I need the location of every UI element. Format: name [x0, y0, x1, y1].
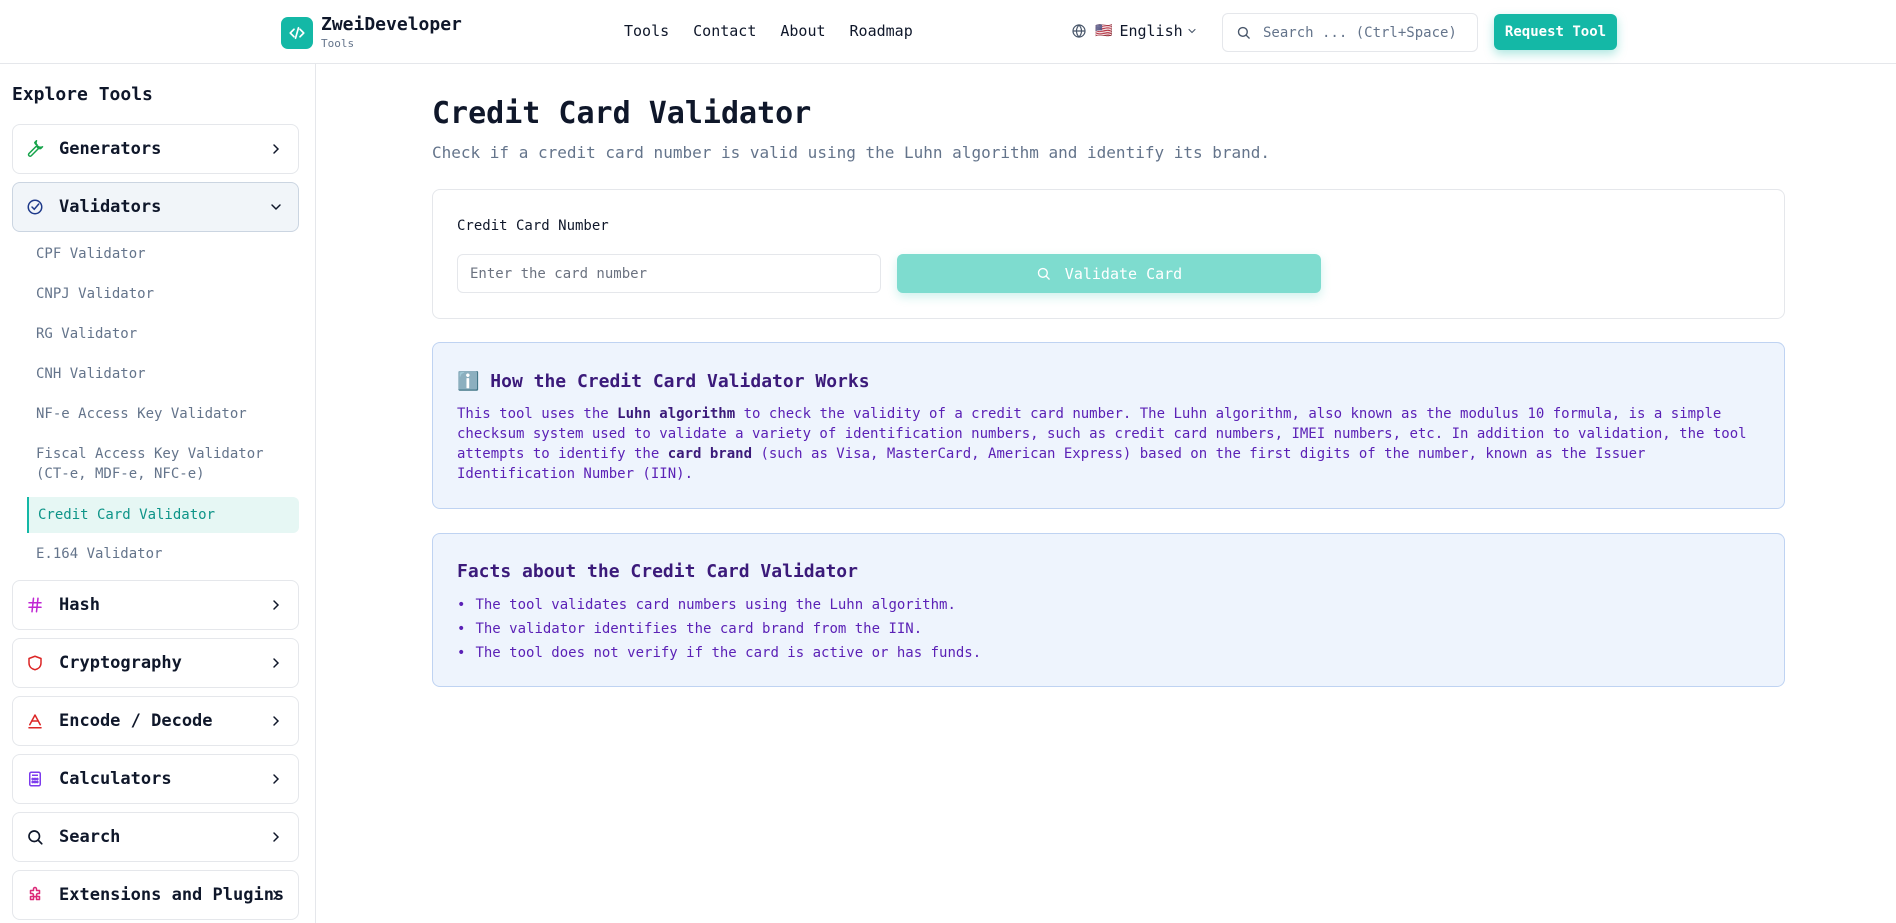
- hash-icon: [25, 595, 45, 615]
- how-it-works-heading: How the Credit Card Validator Works: [490, 371, 870, 392]
- chevron-right-icon: [268, 887, 284, 903]
- chevron-right-icon: [268, 771, 284, 787]
- sidebar-title: Explore Tools: [12, 84, 153, 105]
- sidebar-subitem-cnh-validator[interactable]: CNH Validator: [36, 364, 146, 384]
- search-icon: [25, 827, 45, 847]
- sidebar-item-extensions[interactable]: Extensions and Plugins: [12, 870, 299, 920]
- list-item: The tool does not verify if the card is …: [457, 641, 981, 665]
- sidebar-subitem-e164-validator[interactable]: E.164 Validator: [36, 544, 162, 564]
- chevron-right-icon: [268, 829, 284, 845]
- sidebar-subitem-nfe-validator[interactable]: NF-e Access Key Validator: [36, 404, 247, 424]
- sidebar-item-label: Validators: [59, 197, 162, 217]
- list-item: The validator identifies the card brand …: [457, 617, 981, 641]
- sidebar-item-calculators[interactable]: Calculators: [12, 754, 299, 804]
- request-tool-button[interactable]: Request Tool: [1494, 14, 1617, 50]
- brand-subtitle: Tools: [321, 37, 355, 50]
- sidebar-item-label: Generators: [59, 139, 162, 159]
- how-it-works-title: ℹ️ How the Credit Card Validator Works: [457, 371, 870, 392]
- subitem-label-line1: Fiscal Access Key Validator: [36, 446, 264, 462]
- search-icon: [1236, 25, 1251, 40]
- validate-card-button[interactable]: Validate Card: [897, 254, 1321, 293]
- sidebar-subitem-cpf-validator[interactable]: CPF Validator: [36, 244, 146, 264]
- main-nav: Tools Contact About Roadmap: [624, 22, 937, 40]
- sidebar-subitem-cnpj-validator[interactable]: CNPJ Validator: [36, 284, 154, 304]
- sidebar-item-encode-decode[interactable]: Encode / Decode: [12, 696, 299, 746]
- how-it-works-panel: ℹ️ How the Credit Card Validator Works T…: [432, 342, 1785, 509]
- chevron-right-icon: [268, 141, 284, 157]
- sidebar-item-label: Hash: [59, 595, 100, 615]
- page-description: Check if a credit card number is valid u…: [432, 143, 1271, 162]
- sidebar-subitem-fiscal-key-validator[interactable]: Fiscal Access Key Validator (CT-e, MDF-e…: [36, 444, 264, 484]
- search-box[interactable]: Search ... (Ctrl+Space): [1222, 13, 1478, 52]
- puzzle-icon: [25, 885, 45, 905]
- validator-form-card: Credit Card Number Validate Card: [432, 189, 1785, 319]
- page-title: Credit Card Validator: [432, 96, 812, 131]
- calculator-icon: [25, 769, 45, 789]
- sidebar-item-cryptography[interactable]: Cryptography: [12, 638, 299, 688]
- subitem-label-line2: (CT-e, MDF-e, NFC-e): [36, 466, 205, 482]
- us-flag-icon: 🇺🇸: [1095, 23, 1113, 39]
- brand-name: ZweiDeveloper: [321, 14, 462, 35]
- how-it-works-text: This tool uses the Luhn algorithm to che…: [457, 406, 1747, 482]
- chevron-down-icon: [1186, 25, 1198, 37]
- chevron-right-icon: [268, 713, 284, 729]
- brand-logo[interactable]: ZweiDeveloper Tools: [281, 16, 462, 49]
- facts-title: Facts about the Credit Card Validator: [457, 561, 858, 582]
- sidebar-item-label: Extensions and Plugins: [59, 885, 285, 905]
- check-circle-icon: [25, 197, 45, 217]
- sidebar-item-label: Cryptography: [59, 653, 182, 673]
- nav-about[interactable]: About: [780, 22, 825, 40]
- chevron-right-icon: [268, 597, 284, 613]
- nav-tools[interactable]: Tools: [624, 22, 669, 40]
- sidebar-subitem-credit-card-validator[interactable]: Credit Card Validator: [27, 497, 299, 533]
- sidebar-item-validators[interactable]: Validators: [12, 182, 299, 232]
- list-item: The tool validates card numbers using th…: [457, 593, 981, 617]
- code-icon: [281, 16, 313, 49]
- facts-panel: Facts about the Credit Card Validator Th…: [432, 533, 1785, 687]
- sidebar-item-generators[interactable]: Generators: [12, 124, 299, 174]
- sidebar-item-label: Calculators: [59, 769, 172, 789]
- card-number-input[interactable]: [457, 254, 881, 293]
- chevron-down-icon: [268, 199, 284, 215]
- encode-icon: [25, 711, 45, 731]
- sidebar: Explore Tools Generators Validators CPF …: [0, 64, 316, 923]
- chevron-right-icon: [268, 655, 284, 671]
- sidebar-item-label: Search: [59, 827, 121, 847]
- language-selector[interactable]: 🇺🇸 English: [1071, 22, 1198, 40]
- nav-contact[interactable]: Contact: [693, 22, 756, 40]
- search-placeholder: Search ... (Ctrl+Space): [1263, 24, 1457, 41]
- sidebar-subitem-rg-validator[interactable]: RG Validator: [36, 324, 137, 344]
- language-label: English: [1119, 22, 1183, 40]
- info-icon: ℹ️: [457, 371, 480, 392]
- top-header: ZweiDeveloper Tools Tools Contact About …: [0, 0, 1896, 64]
- shield-icon: [25, 653, 45, 673]
- nav-roadmap[interactable]: Roadmap: [850, 22, 913, 40]
- sidebar-item-hash[interactable]: Hash: [12, 580, 299, 630]
- wrench-icon: [25, 139, 45, 159]
- card-number-label: Credit Card Number: [457, 218, 609, 234]
- search-icon: [1036, 266, 1051, 281]
- facts-list: The tool validates card numbers using th…: [457, 593, 981, 665]
- validate-button-label: Validate Card: [1064, 264, 1183, 283]
- sidebar-item-label: Encode / Decode: [59, 711, 213, 731]
- sidebar-item-search[interactable]: Search: [12, 812, 299, 862]
- globe-icon: [1071, 23, 1087, 39]
